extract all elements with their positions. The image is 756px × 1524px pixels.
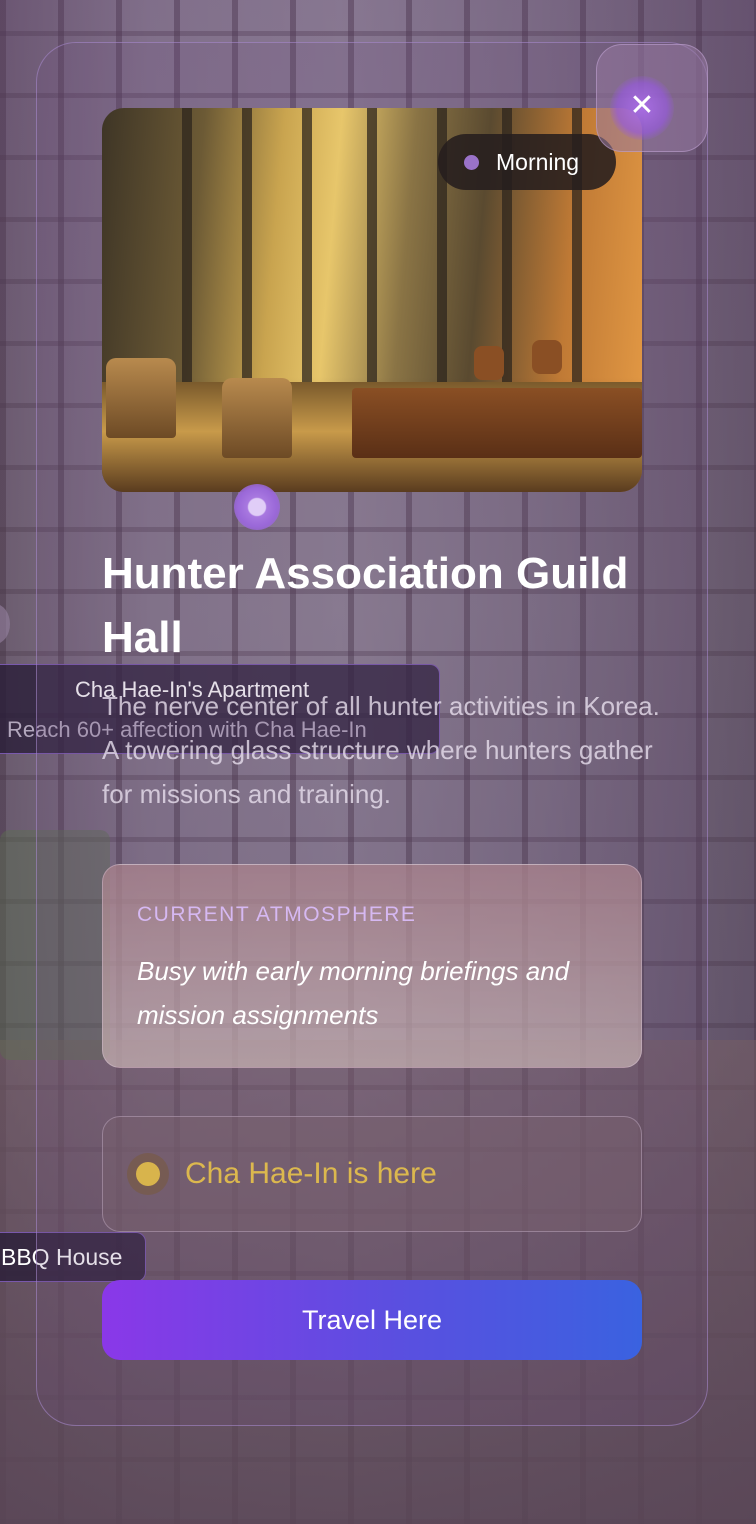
atmosphere-card: CURRENT ATMOSPHERE Busy with early morni… [102, 864, 642, 1068]
presence-text: Cha Hae-In is here [185, 1157, 437, 1190]
time-indicator-dot [464, 155, 479, 170]
travel-here-button[interactable]: Travel Here [102, 1280, 642, 1360]
presence-indicator-dot [136, 1162, 160, 1186]
close-icon[interactable]: ✕ [626, 90, 658, 122]
location-title: Hunter Association Guild Hall [102, 549, 629, 662]
location-description: The nerve center of all hunter activitie… [102, 691, 660, 809]
time-of-day-label: Morning [496, 149, 580, 175]
location-pin-icon [234, 484, 280, 530]
atmosphere-text: Busy with early morning briefings and mi… [137, 956, 570, 1030]
time-of-day-badge: Morning [438, 134, 616, 190]
map-marker-edge[interactable] [0, 604, 10, 644]
atmosphere-label: CURRENT ATMOSPHERE [137, 903, 417, 926]
character-presence: Cha Hae-In is here [102, 1116, 642, 1232]
